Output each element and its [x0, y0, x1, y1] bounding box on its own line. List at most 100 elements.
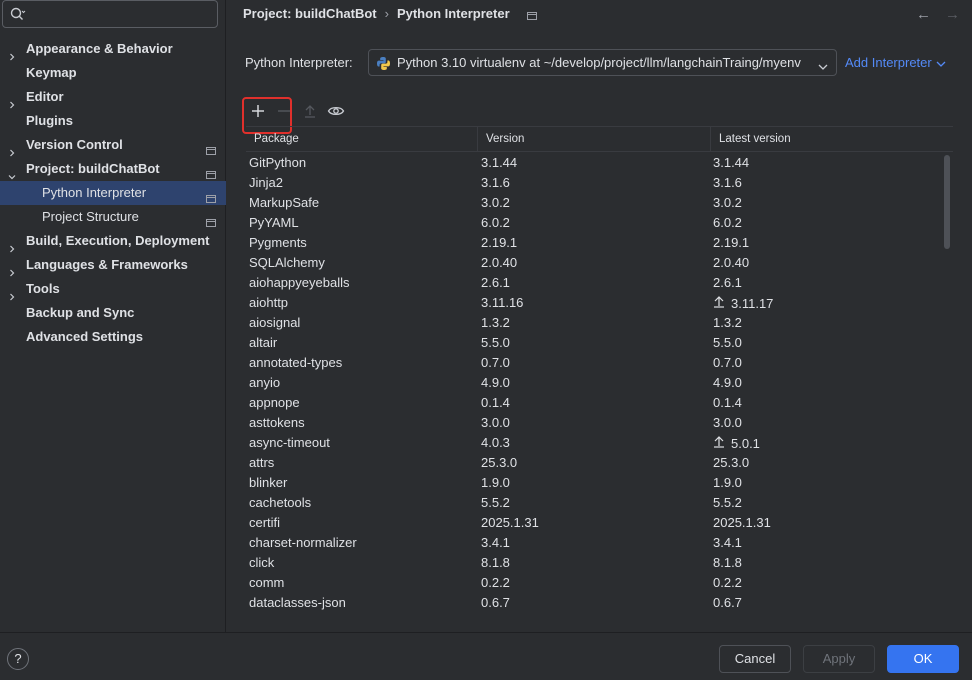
- upgrade-package-button[interactable]: [299, 103, 321, 125]
- show-early-releases-button[interactable]: [325, 103, 347, 125]
- interpreter-select[interactable]: Python 3.10 virtualenv at ~/develop/proj…: [368, 49, 837, 76]
- package-version: 3.0.0: [481, 415, 510, 430]
- package-version-text: 6.0.2: [481, 215, 510, 230]
- sidebar-item[interactable]: Python Interpreter: [0, 181, 226, 205]
- package-name-text: GitPython: [249, 155, 307, 170]
- sidebar-item[interactable]: Project: buildChatBot: [0, 157, 226, 181]
- sidebar-item[interactable]: Backup and Sync: [0, 301, 226, 325]
- table-row[interactable]: Pygments 2.19.1 2.19.1: [246, 233, 953, 253]
- package-name: aiohappyeyeballs: [249, 275, 349, 290]
- sidebar-item[interactable]: Appearance & Behavior: [0, 37, 226, 61]
- package-name-text: click: [249, 555, 275, 570]
- chevron-down-icon: [936, 56, 946, 71]
- sidebar-item[interactable]: Editor: [0, 85, 226, 109]
- package-name: charset-normalizer: [249, 535, 357, 550]
- sidebar-item[interactable]: Keymap: [0, 61, 226, 85]
- package-version: 3.11.16: [481, 295, 523, 310]
- sidebar-item[interactable]: Plugins: [0, 109, 226, 133]
- table-row[interactable]: comm 0.2.2 0.2.2: [246, 573, 953, 593]
- column-header-latest-version[interactable]: Latest version: [719, 133, 791, 145]
- package-latest-version-text: 3.1.44: [713, 155, 750, 170]
- table-row[interactable]: blinker 1.9.0 1.9.0: [246, 473, 953, 493]
- table-row[interactable]: anyio 4.9.0 4.9.0: [246, 373, 953, 393]
- package-latest-version-text: 3.4.1: [713, 535, 742, 550]
- chevron-right-icon[interactable]: [8, 261, 16, 277]
- add-interpreter-link[interactable]: Add Interpreter: [845, 55, 946, 71]
- table-row[interactable]: cachetools 5.5.2 5.5.2: [246, 493, 953, 513]
- package-name-text: MarkupSafe: [249, 195, 320, 210]
- sidebar-item-label: Build, Execution, Deployment: [26, 233, 210, 248]
- table-row[interactable]: SQLAlchemy 2.0.40 2.0.40: [246, 253, 953, 273]
- table-row[interactable]: attrs 25.3.0 25.3.0: [246, 453, 953, 473]
- sidebar-item[interactable]: Advanced Settings: [0, 325, 226, 349]
- package-version: 1.3.2: [481, 315, 510, 330]
- vertical-scrollbar[interactable]: [944, 155, 950, 249]
- remove-package-button[interactable]: [273, 103, 295, 125]
- table-row[interactable]: charset-normalizer 3.4.1 3.4.1: [246, 533, 953, 553]
- package-latest-version-text: 2025.1.31: [713, 515, 771, 530]
- table-row[interactable]: click 8.1.8 8.1.8: [246, 553, 953, 573]
- sidebar-item-label: Project: buildChatBot: [26, 161, 160, 176]
- chevron-right-icon[interactable]: [8, 141, 16, 157]
- package-version-text: 3.4.1: [481, 535, 510, 550]
- chevron-right-icon[interactable]: [8, 93, 16, 109]
- table-row[interactable]: async-timeout 4.0.3 5.0.1: [246, 433, 953, 453]
- sidebar-item-label: Editor: [26, 89, 64, 104]
- package-name: annotated-types: [249, 355, 342, 370]
- apply-button[interactable]: Apply: [803, 645, 875, 673]
- table-row[interactable]: certifi 2025.1.31 2025.1.31: [246, 513, 953, 533]
- package-version: 5.5.2: [481, 495, 510, 510]
- table-row[interactable]: MarkupSafe 3.0.2 3.0.2: [246, 193, 953, 213]
- add-package-button[interactable]: [247, 103, 269, 125]
- table-row[interactable]: altair 5.5.0 5.5.0: [246, 333, 953, 353]
- table-row[interactable]: GitPython 3.1.44 3.1.44: [246, 153, 953, 173]
- table-row[interactable]: aiohappyeyeballs 2.6.1 2.6.1: [246, 273, 953, 293]
- table-row[interactable]: aiohttp 3.11.16 3.11.17: [246, 293, 953, 313]
- forward-arrow-icon[interactable]: →: [945, 6, 960, 23]
- back-arrow-icon[interactable]: ←: [916, 6, 931, 23]
- cancel-button[interactable]: Cancel: [719, 645, 791, 673]
- package-name-text: charset-normalizer: [249, 535, 357, 550]
- package-version-text: 2025.1.31: [481, 515, 539, 530]
- package-latest-version: 0.2.2: [713, 575, 742, 590]
- chevron-right-icon[interactable]: [8, 285, 16, 301]
- sidebar-item[interactable]: Build, Execution, Deployment: [0, 229, 226, 253]
- table-row[interactable]: asttokens 3.0.0 3.0.0: [246, 413, 953, 433]
- ok-button[interactable]: OK: [887, 645, 959, 673]
- table-row[interactable]: Jinja2 3.1.6 3.1.6: [246, 173, 953, 193]
- package-name-text: altair: [249, 335, 278, 350]
- package-name-text: attrs: [249, 455, 275, 470]
- package-latest-version: 3.0.2: [713, 195, 742, 210]
- package-latest-version: 4.9.0: [713, 375, 742, 390]
- sidebar-item[interactable]: Tools: [0, 277, 226, 301]
- table-row[interactable]: PyYAML 6.0.2 6.0.2: [246, 213, 953, 233]
- chevron-down-icon[interactable]: [8, 165, 16, 180]
- package-version: 4.0.3: [481, 435, 510, 450]
- help-button[interactable]: ?: [7, 648, 29, 670]
- search-input[interactable]: [2, 0, 218, 28]
- column-header-package[interactable]: Package: [254, 133, 299, 145]
- table-row[interactable]: annotated-types 0.7.0 0.7.0: [246, 353, 953, 373]
- package-name-text: Pygments: [249, 235, 307, 250]
- package-name: dataclasses-json: [249, 595, 346, 610]
- table-row[interactable]: appnope 0.1.4 0.1.4: [246, 393, 953, 413]
- chevron-right-icon[interactable]: [8, 237, 16, 253]
- package-version-text: 1.3.2: [481, 315, 510, 330]
- sidebar-item[interactable]: Languages & Frameworks: [0, 253, 226, 277]
- settings-tree: Appearance & Behavior Keymap Editor Plugins…: [0, 37, 226, 349]
- sidebar-item[interactable]: Version Control: [0, 133, 226, 157]
- remove-icon: [278, 110, 290, 112]
- table-row[interactable]: aiosignal 1.3.2 1.3.2: [246, 313, 953, 333]
- breadcrumb-current: Python Interpreter: [396, 6, 510, 22]
- package-version-text: 4.0.3: [481, 435, 510, 450]
- sidebar-item[interactable]: Project Structure: [0, 205, 226, 229]
- search-icon: [10, 7, 26, 24]
- chevron-right-icon[interactable]: [8, 45, 16, 61]
- breadcrumb-parent[interactable]: Project: buildChatBot: [243, 6, 377, 21]
- package-name: anyio: [249, 375, 280, 390]
- table-row[interactable]: dataclasses-json 0.6.7 0.6.7: [246, 593, 953, 613]
- package-version-text: 0.6.7: [481, 595, 510, 610]
- column-header-version[interactable]: Version: [486, 133, 524, 145]
- project-scope-icon: [206, 140, 216, 155]
- package-version-text: 3.1.6: [481, 175, 510, 190]
